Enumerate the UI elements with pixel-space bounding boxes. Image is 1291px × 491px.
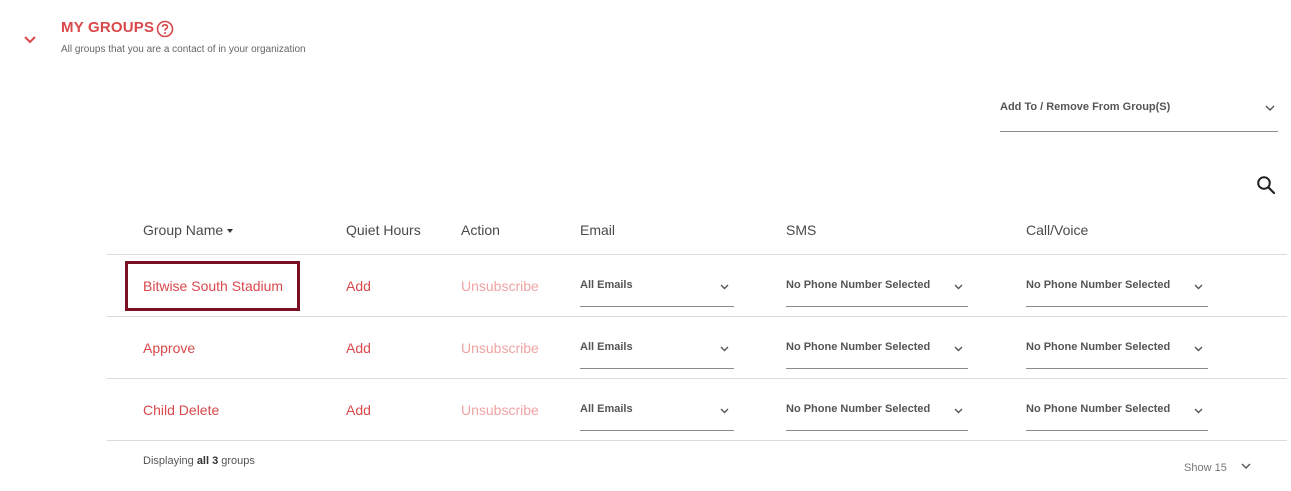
unsubscribe-link[interactable]: Unsubscribe [461, 340, 539, 356]
display-count-value: all 3 [196, 455, 219, 467]
header-action: Action [461, 222, 500, 238]
collapse-chevron-icon[interactable] [22, 32, 38, 48]
table-row: Child Delete Add Unsubscribe All Emails … [107, 379, 1287, 441]
group-name-link[interactable]: Child Delete [143, 402, 219, 418]
search-icon[interactable] [1256, 175, 1276, 195]
table-row: Bitwise South Stadium Add Unsubscribe Al… [107, 255, 1287, 317]
chevron-down-icon [1265, 105, 1275, 111]
call-voice-select-value: No Phone Number Selected [1026, 279, 1171, 291]
chevron-down-icon [720, 284, 729, 290]
display-count-suffix: groups [221, 455, 255, 467]
table-row: Approve Add Unsubscribe All Emails No Ph… [107, 317, 1287, 379]
header-group-name[interactable]: Group Name [143, 222, 234, 238]
call-voice-select-value: No Phone Number Selected [1026, 403, 1171, 415]
quiet-hours-add-link[interactable]: Add [346, 278, 371, 294]
sms-select-value: No Phone Number Selected [786, 279, 931, 291]
section-title: MY GROUPS [61, 19, 155, 36]
chevron-down-icon [1194, 284, 1203, 290]
sms-select-value: No Phone Number Selected [786, 403, 931, 415]
sms-select[interactable]: No Phone Number Selected [786, 393, 968, 431]
sort-caret-icon [227, 229, 234, 234]
call-voice-select[interactable]: No Phone Number Selected [1026, 331, 1208, 369]
display-count: Displaying all 3 groups [143, 455, 255, 467]
display-count-prefix: Displaying [143, 455, 194, 467]
unsubscribe-link[interactable]: Unsubscribe [461, 402, 539, 418]
call-voice-select[interactable]: No Phone Number Selected [1026, 393, 1208, 431]
chevron-down-icon [1194, 408, 1203, 414]
group-name-link[interactable]: Bitwise South Stadium [143, 278, 283, 294]
email-select[interactable]: All Emails [580, 269, 734, 307]
unsubscribe-link[interactable]: Unsubscribe [461, 278, 539, 294]
header-group-name-label: Group Name [143, 222, 224, 238]
section-subtitle: All groups that you are a contact of in … [61, 44, 306, 55]
sms-select[interactable]: No Phone Number Selected [786, 269, 968, 307]
table-header: Group Name Quiet Hours Action Email SMS … [107, 205, 1287, 255]
header-quiet-hours: Quiet Hours [346, 222, 421, 238]
call-voice-select-value: No Phone Number Selected [1026, 341, 1171, 353]
call-voice-select[interactable]: No Phone Number Selected [1026, 269, 1208, 307]
page-size-label: Show 15 [1184, 462, 1227, 474]
header-sms: SMS [786, 222, 817, 238]
group-action-label: Add To / Remove From Group(S) [1000, 101, 1171, 113]
header-call-voice: Call/Voice [1026, 222, 1089, 238]
sms-select[interactable]: No Phone Number Selected [786, 331, 968, 369]
chevron-down-icon [720, 408, 729, 414]
chevron-down-icon [720, 346, 729, 352]
chevron-down-icon [1241, 463, 1251, 469]
chevron-down-icon [954, 408, 963, 414]
header-email: Email [580, 222, 616, 238]
email-select-value: All Emails [580, 341, 633, 353]
email-select-value: All Emails [580, 403, 633, 415]
groups-table: Group Name Quiet Hours Action Email SMS … [107, 205, 1287, 441]
chevron-down-icon [1194, 346, 1203, 352]
quiet-hours-add-link[interactable]: Add [346, 340, 371, 356]
group-action-dropdown[interactable]: Add To / Remove From Group(S) [1000, 92, 1278, 132]
sms-select-value: No Phone Number Selected [786, 341, 931, 353]
help-icon[interactable] [156, 20, 174, 38]
email-select[interactable]: All Emails [580, 331, 734, 369]
page-size-select[interactable]: Show 15 [1184, 460, 1254, 478]
chevron-down-icon [954, 346, 963, 352]
group-name-link[interactable]: Approve [143, 340, 195, 356]
email-select[interactable]: All Emails [580, 393, 734, 431]
chevron-down-icon [954, 284, 963, 290]
email-select-value: All Emails [580, 279, 633, 291]
quiet-hours-add-link[interactable]: Add [346, 402, 371, 418]
